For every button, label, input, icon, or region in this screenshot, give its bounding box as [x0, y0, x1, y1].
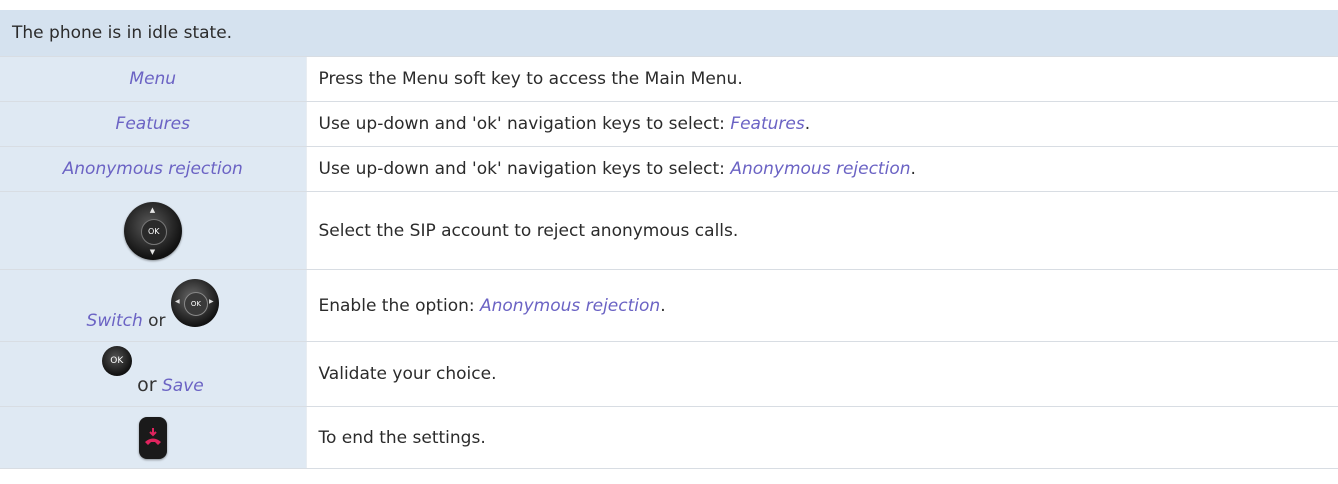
features-keyword: Features — [730, 114, 805, 134]
step-row-select-account: ▲ ▼ OK Select the SIP account to reject … — [0, 191, 1338, 270]
or-text: or — [148, 310, 166, 331]
ok-button-icon: OK — [101, 346, 132, 376]
step-description: Validate your choice. — [306, 341, 1338, 407]
step-row-enable-option: Switch or ◀ ▶ OK Enable the option: Anon… — [0, 269, 1338, 342]
step-row-menu: Menu Press the Menu soft key to access t… — [0, 56, 1338, 102]
ok-navigation-pad-icon: ▲ ▼ OK — [123, 201, 182, 260]
step-description: To end the settings. — [306, 406, 1338, 469]
save-softkey-label: Save — [162, 376, 204, 396]
step-description: Use up-down and 'ok' navigation keys to … — [306, 146, 1338, 192]
anonymous-rejection-keyword: Anonymous rejection — [730, 159, 911, 179]
or-text: or — [137, 374, 157, 396]
step-row-features: Features Use up-down and 'ok' navigation… — [0, 101, 1338, 147]
step-description: Select the SIP account to reject anonymo… — [306, 191, 1338, 270]
step-row-validate: OK or Save Validate your choice. — [0, 341, 1338, 407]
step-row-end-settings: To end the settings. — [0, 406, 1338, 469]
left-right-navigation-pad-icon: ◀ ▶ OK — [170, 278, 219, 327]
anonymous-rejection-keyword: Anonymous rejection — [480, 295, 661, 316]
end-call-key-icon — [138, 416, 167, 459]
header-row: The phone is in idle state. — [0, 10, 1338, 57]
features-label: Features — [115, 114, 190, 134]
step-description: Enable the option: Anonymous rejection. — [306, 269, 1338, 342]
step-description: Use up-down and 'ok' navigation keys to … — [306, 101, 1338, 147]
procedure-page: The phone is in idle state. Menu Press t… — [0, 0, 1338, 484]
step-description: Press the Menu soft key to access the Ma… — [306, 56, 1338, 102]
switch-softkey-label: Switch — [86, 310, 143, 331]
step-row-anonymous-rejection: Anonymous rejection Use up-down and 'ok'… — [0, 146, 1338, 192]
menu-softkey-label: Menu — [129, 69, 177, 89]
header-text: The phone is in idle state. — [0, 10, 1338, 57]
procedure-table: The phone is in idle state. Menu Press t… — [0, 10, 1338, 469]
anonymous-rejection-label: Anonymous rejection — [62, 159, 243, 179]
